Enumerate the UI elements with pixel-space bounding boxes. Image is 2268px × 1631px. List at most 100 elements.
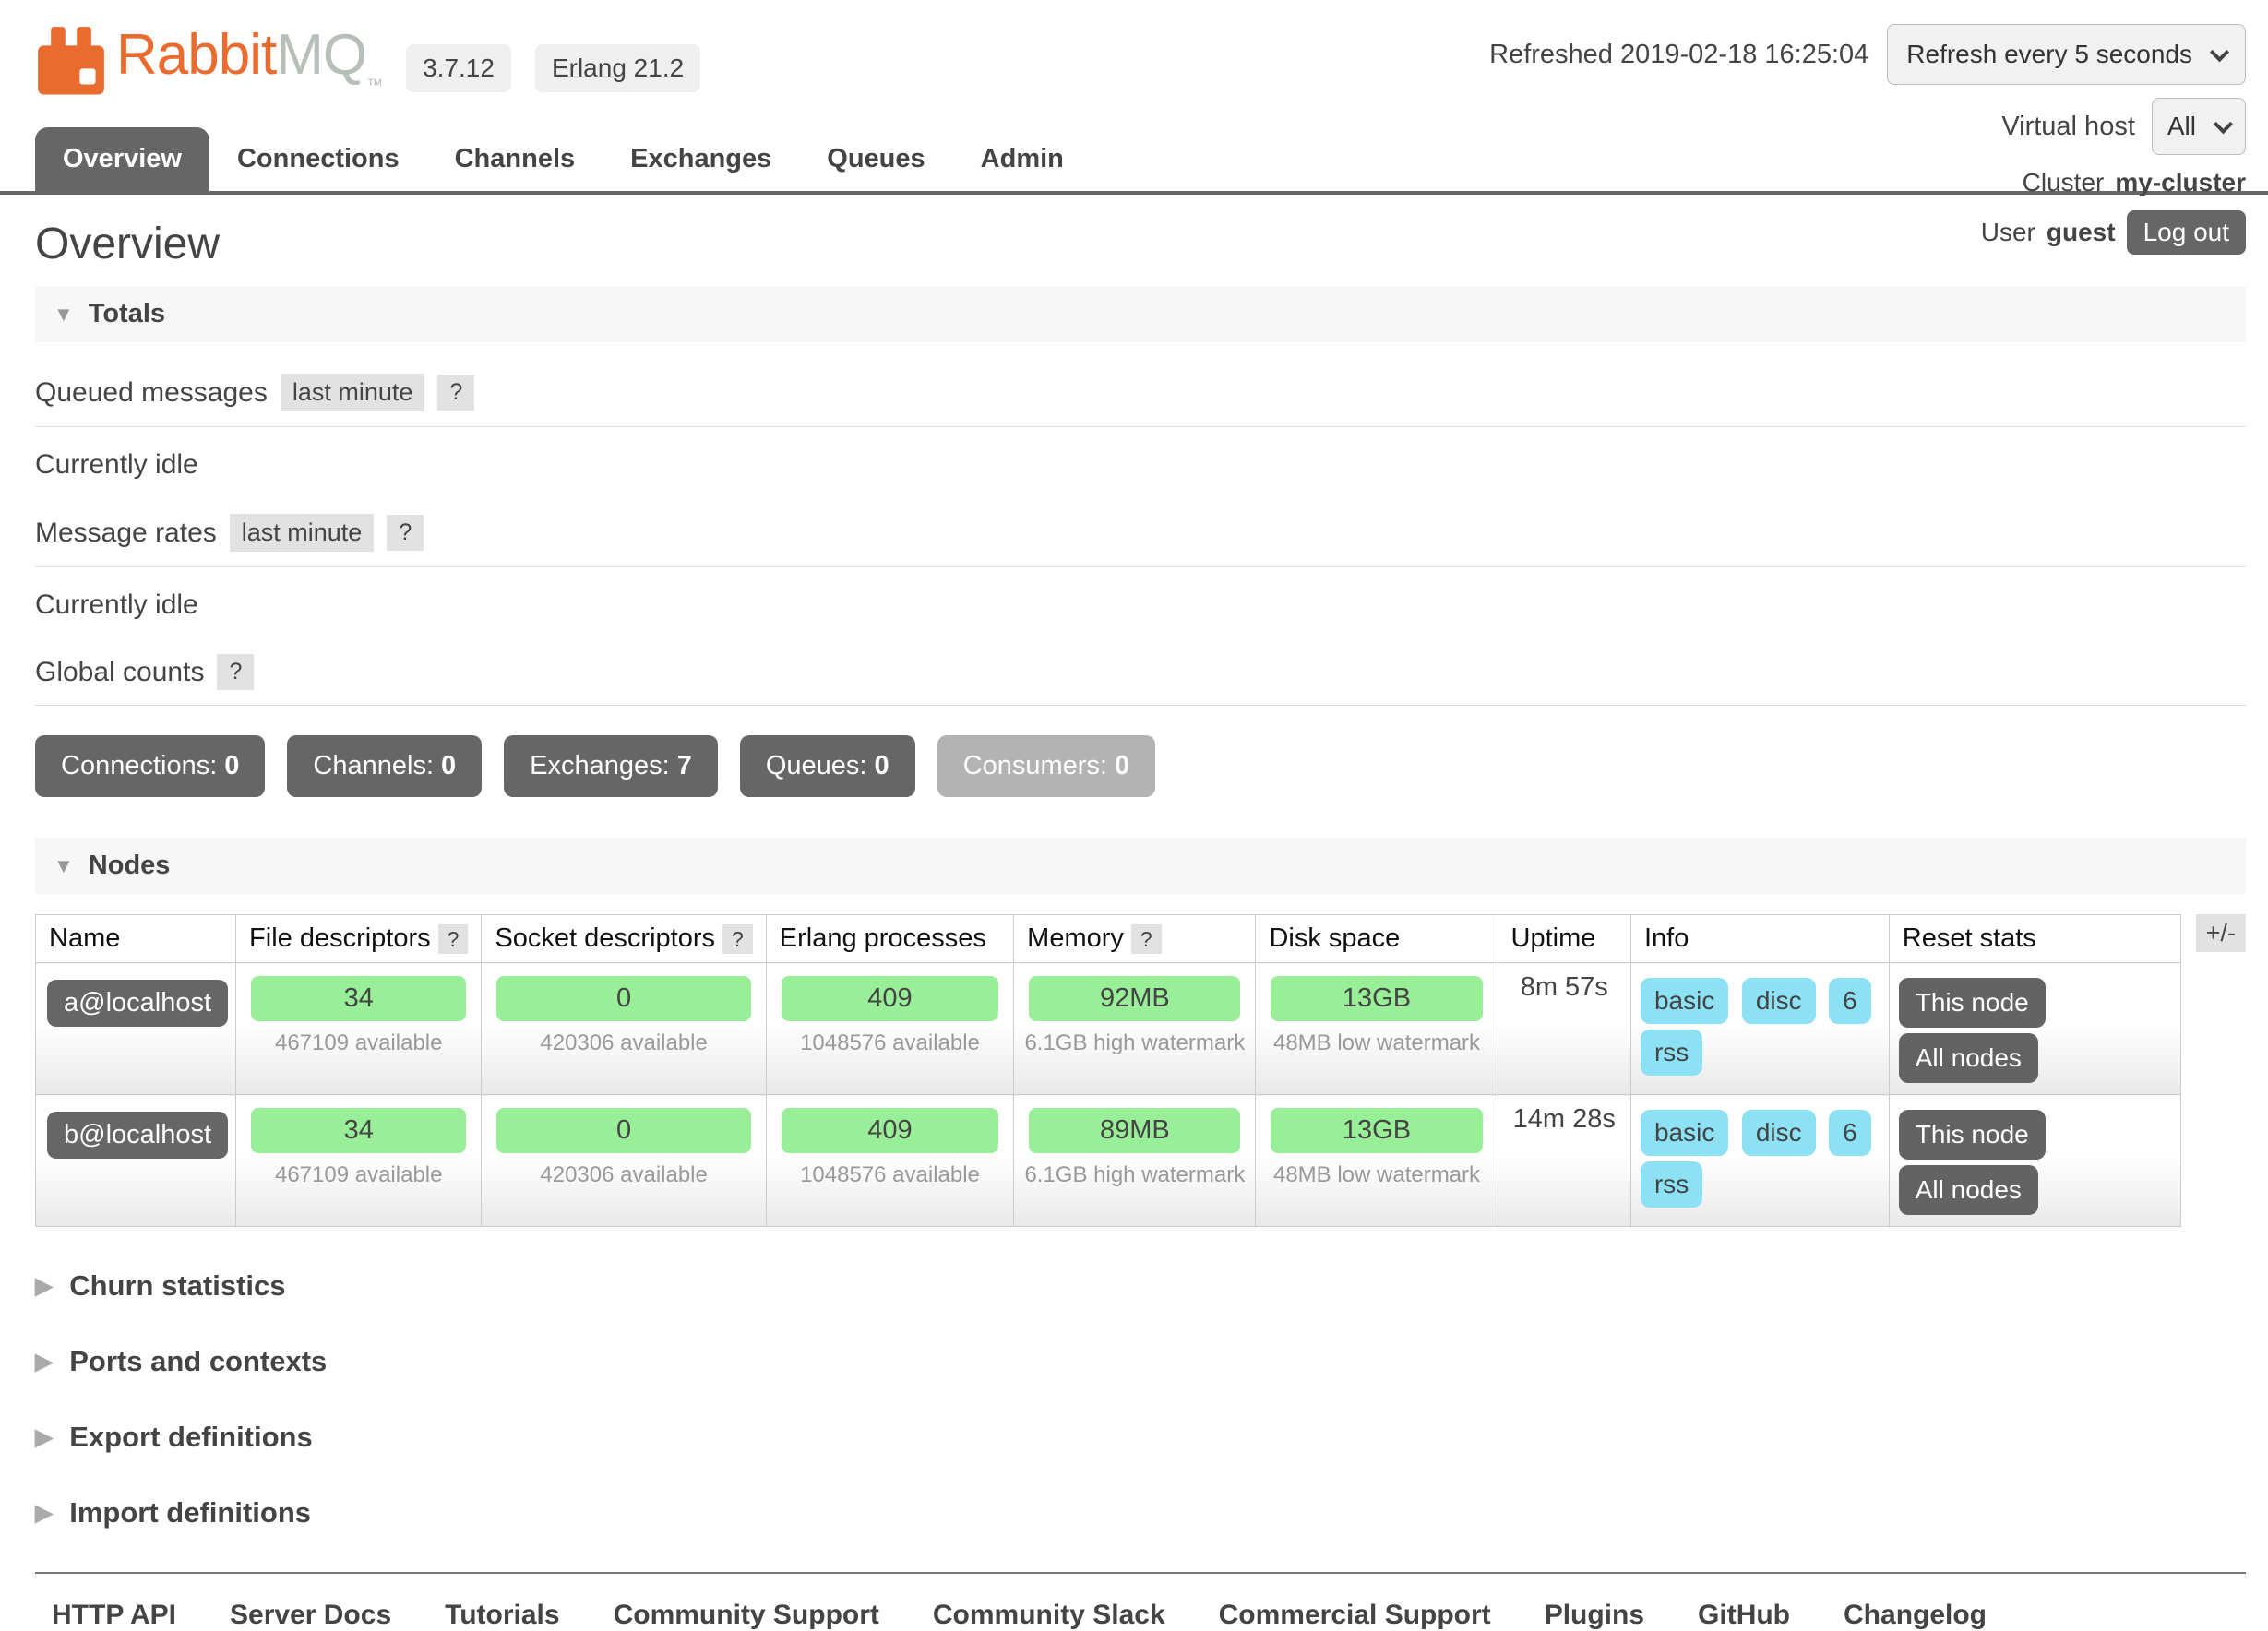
info-cell: basic disc 6 rss bbox=[1630, 1095, 1889, 1227]
info-badge-basic[interactable]: basic bbox=[1641, 1110, 1728, 1156]
erlang-processes-bar: 409 bbox=[782, 976, 998, 1021]
disk-space-bar: 13GB bbox=[1271, 976, 1482, 1021]
exchanges-count-button[interactable]: Exchanges:7 bbox=[504, 735, 718, 797]
brand-wordmark: RabbitMQ™ bbox=[116, 27, 382, 93]
consumers-count-value: 0 bbox=[1115, 751, 1129, 780]
info-badge-disc[interactable]: disc bbox=[1742, 1110, 1816, 1156]
connections-count-button[interactable]: Connections:0 bbox=[35, 735, 265, 797]
footer-link-github[interactable]: GitHub bbox=[1698, 1600, 1790, 1631]
totals-section-header[interactable]: ▼ Totals bbox=[35, 286, 2246, 342]
tab-connections[interactable]: Connections bbox=[209, 127, 427, 191]
nodes-table: Name File descriptors? Socket descriptor… bbox=[35, 914, 2181, 1227]
footer-link-http-api[interactable]: HTTP API bbox=[52, 1600, 176, 1631]
info-badge-basic[interactable]: basic bbox=[1641, 978, 1728, 1024]
global-counts-row: Global counts ? bbox=[35, 643, 2246, 706]
erlang-processes-available: 1048576 available bbox=[774, 1153, 1006, 1188]
global-counts-help-icon[interactable]: ? bbox=[217, 654, 254, 690]
nodes-section-header[interactable]: ▼ Nodes bbox=[35, 838, 2246, 894]
virtual-host-select[interactable]: All bbox=[2152, 98, 2246, 155]
refresh-interval-value: Refresh every 5 seconds bbox=[1906, 40, 2192, 69]
node-name-badge[interactable]: b@localhost bbox=[47, 1112, 228, 1159]
channels-count-button[interactable]: Channels:0 bbox=[287, 735, 482, 797]
global-counts-label: Global counts bbox=[35, 657, 204, 688]
tab-queues[interactable]: Queues bbox=[799, 127, 952, 191]
nodes-table-header-row: Name File descriptors? Socket descriptor… bbox=[36, 915, 2181, 963]
refresh-interval-select[interactable]: Refresh every 5 seconds bbox=[1887, 24, 2246, 85]
info-badge-rss[interactable]: rss bbox=[1641, 1030, 1702, 1076]
reset-all-nodes-button[interactable]: All nodes bbox=[1899, 1165, 2038, 1215]
virtual-host-label: Virtual host bbox=[2001, 112, 2135, 142]
col-header-info: Info bbox=[1630, 915, 1889, 963]
queues-count-label: Queues: bbox=[766, 751, 867, 780]
socket-descriptors-bar: 0 bbox=[496, 1108, 750, 1153]
footer-links: HTTP API Server Docs Tutorials Community… bbox=[35, 1574, 2246, 1631]
channels-count-value: 0 bbox=[441, 751, 456, 780]
info-badge-cores[interactable]: 6 bbox=[1829, 1110, 1871, 1156]
queued-window-badge[interactable]: last minute bbox=[281, 374, 425, 411]
memory-watermark: 6.1GB high watermark bbox=[1021, 1153, 1247, 1188]
chevron-down-icon bbox=[2210, 42, 2229, 62]
file-descriptors-bar: 34 bbox=[251, 976, 466, 1021]
col-header-socket-descriptors: Socket descriptors? bbox=[482, 915, 766, 963]
file-descriptors-cell: 34 467109 available bbox=[236, 1095, 482, 1227]
footer-link-plugins[interactable]: Plugins bbox=[1545, 1600, 1644, 1631]
info-badge-disc[interactable]: disc bbox=[1742, 978, 1816, 1024]
reset-this-node-button[interactable]: This node bbox=[1899, 978, 2046, 1028]
column-toggle-button[interactable]: +/- bbox=[2196, 914, 2246, 952]
ports-and-contexts-section[interactable]: ▶ Ports and contexts bbox=[35, 1345, 2246, 1378]
consumers-count-button[interactable]: Consumers:0 bbox=[937, 735, 1155, 797]
info-badge-cores[interactable]: 6 bbox=[1829, 978, 1871, 1024]
channels-count-label: Channels: bbox=[313, 751, 434, 780]
page-header: RabbitMQ™ 3.7.12 Erlang 21.2 Refreshed 2… bbox=[0, 0, 2268, 96]
node-name-cell: b@localhost bbox=[36, 1095, 236, 1227]
footer-link-community-slack[interactable]: Community Slack bbox=[933, 1600, 1165, 1631]
erlang-processes-cell: 409 1048576 available bbox=[766, 963, 1013, 1095]
socket-descriptors-help-icon[interactable]: ? bbox=[722, 924, 753, 954]
queued-messages-row: Queued messages last minute ? bbox=[35, 363, 2246, 427]
rabbitmq-logo[interactable]: RabbitMQ™ bbox=[35, 24, 382, 96]
message-rates-window-badge[interactable]: last minute bbox=[230, 514, 375, 552]
cluster-name: my-cluster bbox=[2115, 168, 2246, 197]
queues-count-button[interactable]: Queues:0 bbox=[740, 735, 915, 797]
memory-help-icon[interactable]: ? bbox=[1131, 924, 1162, 954]
queued-help-icon[interactable]: ? bbox=[437, 375, 474, 411]
tab-exchanges[interactable]: Exchanges bbox=[603, 127, 799, 191]
node-name-badge[interactable]: a@localhost bbox=[47, 980, 228, 1027]
erlang-processes-available: 1048576 available bbox=[774, 1021, 1006, 1056]
footer-link-community-support[interactable]: Community Support bbox=[614, 1600, 879, 1631]
message-rates-row: Message rates last minute ? bbox=[35, 503, 2246, 567]
tab-admin[interactable]: Admin bbox=[953, 127, 1092, 191]
exchanges-count-value: 7 bbox=[677, 751, 692, 780]
socket-descriptors-available: 420306 available bbox=[489, 1153, 758, 1188]
refreshed-timestamp: Refreshed 2019-02-18 16:25:04 bbox=[1489, 40, 1868, 70]
message-rates-help-icon[interactable]: ? bbox=[387, 515, 424, 551]
uptime-cell: 14m 28s bbox=[1498, 1095, 1630, 1227]
info-badge-rss[interactable]: rss bbox=[1641, 1161, 1702, 1208]
node-row-b: b@localhost 34 467109 available 0 420306… bbox=[36, 1095, 2181, 1227]
logout-button[interactable]: Log out bbox=[2127, 210, 2246, 255]
col-header-memory: Memory? bbox=[1014, 915, 1256, 963]
import-definitions-section[interactable]: ▶ Import definitions bbox=[35, 1496, 2246, 1530]
disk-space-watermark: 48MB low watermark bbox=[1263, 1153, 1489, 1188]
tab-overview[interactable]: Overview bbox=[35, 127, 209, 191]
churn-statistics-section[interactable]: ▶ Churn statistics bbox=[35, 1269, 2246, 1303]
file-descriptors-bar: 34 bbox=[251, 1108, 466, 1153]
tab-channels[interactable]: Channels bbox=[427, 127, 603, 191]
message-rates-label: Message rates bbox=[35, 518, 217, 549]
reset-all-nodes-button[interactable]: All nodes bbox=[1899, 1033, 2038, 1083]
triangle-right-icon: ▶ bbox=[35, 1348, 53, 1375]
triangle-down-icon: ▼ bbox=[54, 854, 74, 878]
file-descriptors-help-icon[interactable]: ? bbox=[438, 924, 469, 954]
footer-link-commercial-support[interactable]: Commercial Support bbox=[1219, 1600, 1491, 1631]
footer-link-changelog[interactable]: Changelog bbox=[1844, 1600, 1987, 1631]
export-definitions-section[interactable]: ▶ Export definitions bbox=[35, 1421, 2246, 1454]
global-counts-buttons: Connections:0 Channels:0 Exchanges:7 Que… bbox=[35, 735, 2246, 797]
footer-link-server-docs[interactable]: Server Docs bbox=[230, 1600, 391, 1631]
erlang-version-badge: Erlang 21.2 bbox=[535, 44, 700, 92]
footer-link-tutorials[interactable]: Tutorials bbox=[445, 1600, 559, 1631]
reset-this-node-button[interactable]: This node bbox=[1899, 1110, 2046, 1160]
col-header-uptime: Uptime bbox=[1498, 915, 1630, 963]
export-definitions-title: Export definitions bbox=[69, 1421, 313, 1454]
reset-stats-cell: This node All nodes bbox=[1889, 1095, 2180, 1227]
file-descriptors-available: 467109 available bbox=[244, 1021, 473, 1056]
